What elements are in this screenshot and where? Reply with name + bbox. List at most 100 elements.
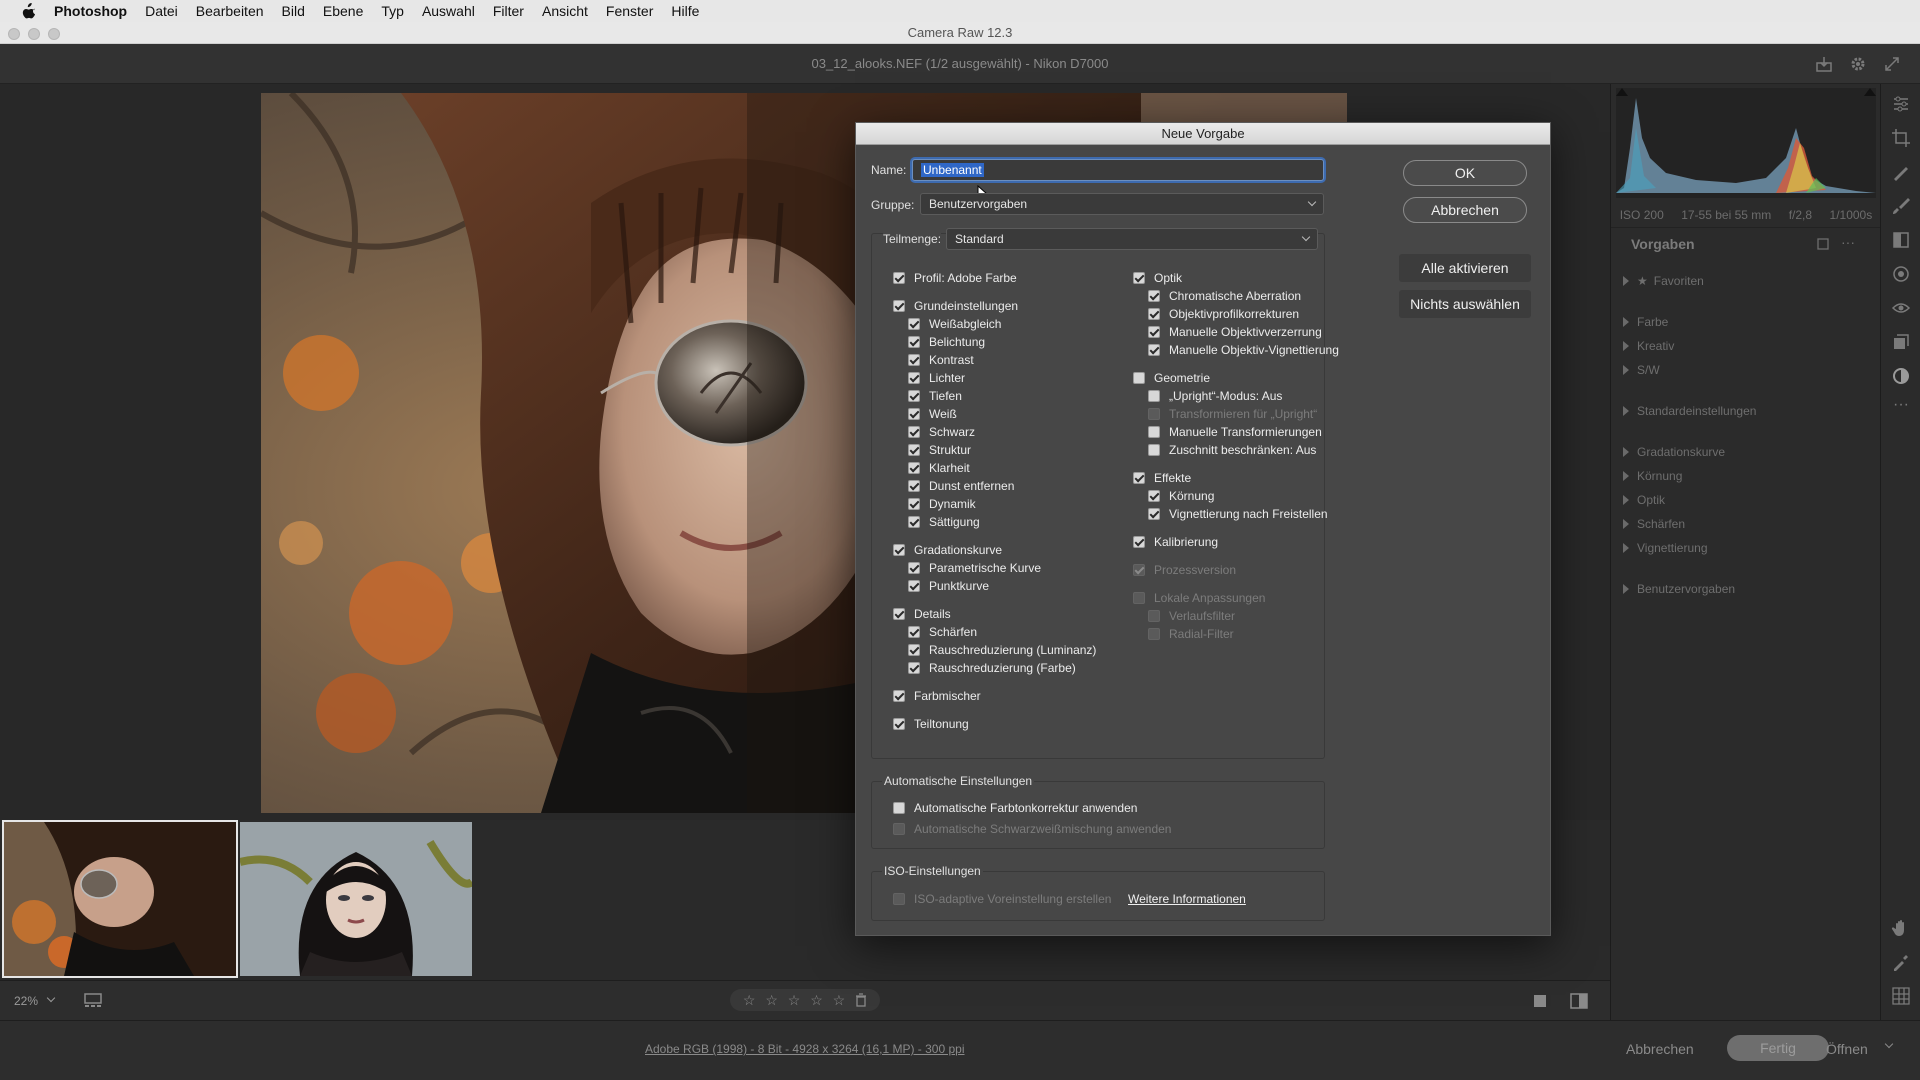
setting-checkbox[interactable]: Kontrast xyxy=(908,353,974,367)
setting-checkbox[interactable]: Transformieren für „Upright“ xyxy=(1148,407,1317,421)
red-eye-icon[interactable] xyxy=(1891,298,1911,318)
setting-checkbox[interactable]: Dynamik xyxy=(908,497,976,511)
setting-checkbox[interactable]: Rauschreduzierung (Luminanz) xyxy=(908,643,1096,657)
open-options-icon[interactable] xyxy=(1884,1039,1894,1049)
gear-icon[interactable] xyxy=(1848,54,1868,74)
preset-group-farbe[interactable]: Farbe xyxy=(1623,315,1668,329)
preset-group-vignettierung[interactable]: Vignettierung xyxy=(1623,541,1708,555)
radial-filter-icon[interactable] xyxy=(1891,264,1911,284)
grid-overlay-icon[interactable] xyxy=(1891,986,1911,1006)
setting-checkbox[interactable]: Manuelle Objektiv-Vignettierung xyxy=(1148,343,1339,357)
menu-typ[interactable]: Typ xyxy=(381,3,404,19)
zoom-level[interactable]: 22% xyxy=(14,994,38,1008)
select-none-button[interactable]: Nichts auswählen xyxy=(1399,290,1531,318)
open-button[interactable]: Öffnen xyxy=(1826,1041,1868,1057)
trash-icon[interactable] xyxy=(855,993,867,1007)
setting-checkbox[interactable]: Grundeinstellungen xyxy=(893,299,1018,313)
app-menu[interactable]: Photoshop xyxy=(54,3,127,19)
crop-icon[interactable] xyxy=(1891,128,1911,148)
workflow-options-link[interactable]: Adobe RGB (1998) - 8 Bit - 4928 x 3264 (… xyxy=(645,1042,965,1056)
apple-menu-icon[interactable] xyxy=(20,3,38,19)
group-dropdown[interactable]: Benutzervorgaben xyxy=(920,193,1324,215)
save-image-icon[interactable] xyxy=(1814,54,1834,74)
setting-checkbox[interactable]: Effekte xyxy=(1133,471,1191,485)
setting-checkbox[interactable]: Belichtung xyxy=(908,335,985,349)
setting-checkbox[interactable]: Parametrische Kurve xyxy=(908,561,1041,575)
single-view-icon[interactable] xyxy=(1532,993,1548,1009)
setting-checkbox[interactable]: Schärfen xyxy=(908,625,977,639)
setting-checkbox[interactable]: Geometrie xyxy=(1133,371,1210,385)
menu-bearbeiten[interactable]: Bearbeiten xyxy=(196,3,264,19)
graduated-filter-icon[interactable] xyxy=(1891,230,1911,250)
preset-group-sw[interactable]: S/W xyxy=(1623,363,1660,377)
filmstrip-thumbnail[interactable] xyxy=(240,822,472,976)
edit-sliders-icon[interactable] xyxy=(1891,94,1911,114)
ok-button[interactable]: OK xyxy=(1403,160,1527,186)
setting-checkbox[interactable]: Schwarz xyxy=(908,425,975,439)
more-options-icon[interactable]: ··· xyxy=(1841,234,1855,250)
presets-icon[interactable] xyxy=(1891,366,1911,386)
setting-checkbox[interactable]: Punktkurve xyxy=(908,579,989,593)
setting-checkbox[interactable]: Manuelle Objektivverzerrung xyxy=(1148,325,1322,339)
setting-checkbox[interactable]: Farbmischer xyxy=(893,689,981,703)
setting-checkbox[interactable]: Radial-Filter xyxy=(1148,627,1234,641)
menu-ebene[interactable]: Ebene xyxy=(323,3,363,19)
preset-group-koernung[interactable]: Körnung xyxy=(1623,469,1682,483)
setting-checkbox[interactable]: Struktur xyxy=(908,443,971,457)
preset-group-gradationskurve[interactable]: Gradationskurve xyxy=(1623,445,1725,459)
menu-filter[interactable]: Filter xyxy=(493,3,524,19)
subset-dropdown[interactable]: Standard xyxy=(946,228,1318,250)
preset-name-field[interactable]: Unbenannt xyxy=(912,159,1324,181)
preset-group-optik[interactable]: Optik xyxy=(1623,493,1665,507)
preset-group-benutzervorgaben[interactable]: Benutzervorgaben xyxy=(1623,582,1735,596)
select-all-button[interactable]: Alle aktivieren xyxy=(1399,254,1531,282)
setting-checkbox[interactable]: „Upright“-Modus: Aus xyxy=(1148,389,1282,403)
healing-brush-icon[interactable] xyxy=(1891,162,1911,182)
setting-checkbox[interactable]: Zuschnitt beschränken: Aus xyxy=(1148,443,1316,457)
setting-checkbox[interactable]: Dunst entfernen xyxy=(908,479,1014,493)
setting-checkbox[interactable]: Weißabgleich xyxy=(908,317,1001,331)
close-window-button[interactable] xyxy=(8,28,20,40)
auto-bw-checkbox[interactable]: Automatische Schwarzweißmischung anwende… xyxy=(893,822,1171,836)
minimize-window-button[interactable] xyxy=(28,28,40,40)
setting-checkbox[interactable]: Kalibrierung xyxy=(1133,535,1218,549)
setting-checkbox[interactable]: Vignettierung nach Freistellen xyxy=(1148,507,1328,521)
setting-checkbox[interactable]: Gradationskurve xyxy=(893,543,1002,557)
menu-auswahl[interactable]: Auswahl xyxy=(422,3,475,19)
color-sampler-icon[interactable] xyxy=(1891,952,1911,972)
setting-checkbox[interactable]: Teiltonung xyxy=(893,717,969,731)
more-tools-icon[interactable]: ··· xyxy=(1893,396,1909,414)
star-icon[interactable]: ☆ xyxy=(833,992,846,1009)
setting-checkbox[interactable]: Verlaufsfilter xyxy=(1148,609,1235,623)
preset-group-schaerfen[interactable]: Schärfen xyxy=(1623,517,1685,531)
more-info-link[interactable]: Weitere Informationen xyxy=(1128,892,1246,906)
star-icon[interactable]: ☆ xyxy=(743,992,756,1009)
setting-checkbox[interactable]: Weiß xyxy=(908,407,957,421)
adjustment-brush-icon[interactable] xyxy=(1891,196,1911,216)
auto-tone-checkbox[interactable]: Automatische Farbtonkorrektur anwenden xyxy=(893,801,1137,815)
star-icon[interactable]: ☆ xyxy=(765,992,778,1009)
snapshots-icon[interactable] xyxy=(1891,332,1911,352)
setting-checkbox[interactable]: Objektivprofilkorrekturen xyxy=(1148,307,1299,321)
before-after-icon[interactable] xyxy=(1570,993,1588,1009)
setting-checkbox[interactable]: Klarheit xyxy=(908,461,970,475)
setting-checkbox[interactable]: Manuelle Transformierungen xyxy=(1148,425,1322,439)
menu-fenster[interactable]: Fenster xyxy=(606,3,653,19)
zoom-dropdown-icon[interactable] xyxy=(46,993,56,1003)
done-button[interactable]: Fertig xyxy=(1727,1035,1829,1061)
star-icon[interactable]: ☆ xyxy=(788,992,801,1009)
iso-adaptive-checkbox[interactable]: ISO-adaptive Voreinstellung erstellen xyxy=(893,892,1111,906)
new-preset-icon[interactable] xyxy=(1817,238,1829,250)
setting-checkbox[interactable]: Details xyxy=(893,607,951,621)
cancel-dialog-button[interactable]: Abbrechen xyxy=(1403,197,1527,223)
setting-checkbox[interactable]: Lokale Anpassungen xyxy=(1133,591,1265,605)
setting-checkbox[interactable]: Chromatische Aberration xyxy=(1148,289,1301,303)
setting-checkbox[interactable]: Körnung xyxy=(1148,489,1214,503)
setting-checkbox[interactable]: Rauschreduzierung (Farbe) xyxy=(908,661,1076,675)
fullscreen-icon[interactable] xyxy=(1882,54,1902,74)
cancel-button[interactable]: Abbrechen xyxy=(1626,1041,1694,1057)
setting-checkbox[interactable]: Sättigung xyxy=(908,515,980,529)
zoom-window-button[interactable] xyxy=(48,28,60,40)
hand-tool-icon[interactable] xyxy=(1891,918,1911,938)
menu-ansicht[interactable]: Ansicht xyxy=(542,3,588,19)
